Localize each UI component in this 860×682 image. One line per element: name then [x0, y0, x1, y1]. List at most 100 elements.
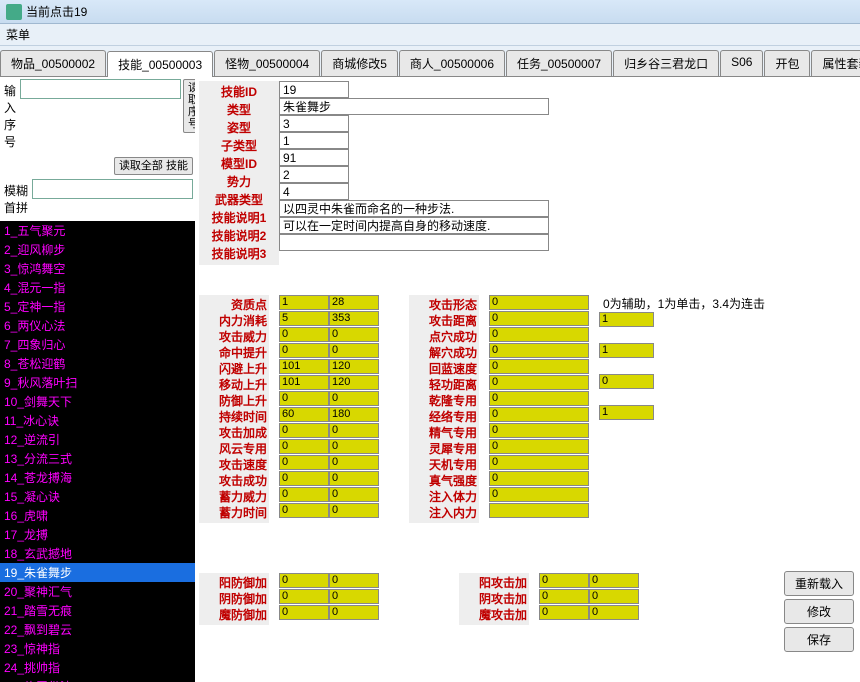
stat-field[interactable]: 0: [279, 471, 329, 486]
list-item[interactable]: 14_苍龙搏海: [0, 468, 195, 487]
stat-field[interactable]: 60: [279, 407, 329, 422]
stat-field[interactable]: 0: [279, 605, 329, 620]
list-item[interactable]: 21_踏雪无痕: [0, 601, 195, 620]
stat-field[interactable]: 120: [329, 375, 379, 390]
stat-field[interactable]: 0: [279, 589, 329, 604]
stat-field[interactable]: [489, 503, 589, 518]
field-desc3[interactable]: [279, 234, 549, 251]
stat-field[interactable]: 0: [279, 343, 329, 358]
list-item[interactable]: 10_剑舞天下: [0, 392, 195, 411]
stat-field[interactable]: 0: [279, 503, 329, 518]
field-model[interactable]: [279, 149, 349, 166]
field-type[interactable]: [279, 115, 349, 132]
list-item[interactable]: 23_惊神指: [0, 639, 195, 658]
stat-field[interactable]: 0: [539, 573, 589, 588]
field-subtype[interactable]: [279, 132, 349, 149]
stat-field[interactable]: 0: [539, 589, 589, 604]
filter-input[interactable]: [32, 179, 193, 199]
stat-field[interactable]: 120: [329, 359, 379, 374]
list-item[interactable]: 4_混元一指: [0, 278, 195, 297]
stat-field[interactable]: 0: [329, 487, 379, 502]
list-item[interactable]: 16_虎啸: [0, 506, 195, 525]
stat-field[interactable]: 1: [599, 405, 654, 420]
list-item[interactable]: 22_飘到碧云: [0, 620, 195, 639]
stat-field[interactable]: 0: [589, 605, 639, 620]
tab[interactable]: 物品_00500002: [0, 50, 106, 76]
stat-field[interactable]: 0: [279, 327, 329, 342]
stat-field[interactable]: 0: [329, 573, 379, 588]
stat-field[interactable]: 0: [329, 503, 379, 518]
field-name[interactable]: [279, 98, 549, 115]
stat-field[interactable]: 0: [489, 407, 589, 422]
tab[interactable]: 商城修改5: [321, 50, 398, 76]
field-id[interactable]: [279, 81, 349, 98]
list-item[interactable]: 9_秋风落叶扫: [0, 373, 195, 392]
stat-field[interactable]: 0: [489, 327, 589, 342]
stat-field[interactable]: 180: [329, 407, 379, 422]
field-weapon[interactable]: [279, 183, 349, 200]
tab[interactable]: 任务_00500007: [506, 50, 612, 76]
list-item[interactable]: 6_两仪心法: [0, 316, 195, 335]
tab[interactable]: 怪物_00500004: [214, 50, 320, 76]
menu-item[interactable]: 菜单: [6, 28, 30, 42]
tab[interactable]: 开包: [764, 50, 810, 76]
stat-field[interactable]: 0: [599, 374, 654, 389]
list-item[interactable]: 1_五气聚元: [0, 221, 195, 240]
stat-field[interactable]: 101: [279, 359, 329, 374]
tab[interactable]: 技能_00500003: [107, 51, 213, 77]
stat-field[interactable]: 0: [329, 423, 379, 438]
stat-field[interactable]: 0: [489, 423, 589, 438]
list-item[interactable]: 18_玄武撼地: [0, 544, 195, 563]
stat-field[interactable]: 0: [279, 391, 329, 406]
tab[interactable]: 商人_00500006: [399, 50, 505, 76]
stat-field[interactable]: 101: [279, 375, 329, 390]
list-item[interactable]: 11_冰心诀: [0, 411, 195, 430]
field-desc1[interactable]: [279, 200, 549, 217]
stat-field[interactable]: 5: [279, 311, 329, 326]
list-item[interactable]: 12_逆流引: [0, 430, 195, 449]
list-item[interactable]: 7_四象归心: [0, 335, 195, 354]
field-force[interactable]: [279, 166, 349, 183]
stat-field[interactable]: 0: [329, 343, 379, 358]
modify-button[interactable]: 修改: [784, 599, 854, 624]
stat-field[interactable]: 0: [329, 471, 379, 486]
stat-field[interactable]: 0: [539, 605, 589, 620]
tab[interactable]: 属性套装系列: [811, 50, 860, 76]
stat-field[interactable]: 1: [599, 312, 654, 327]
stat-field[interactable]: 0: [589, 589, 639, 604]
read-all-button[interactable]: 读取全部 技能: [114, 157, 193, 175]
list-item[interactable]: 20_聚神汇气: [0, 582, 195, 601]
stat-field[interactable]: 0: [589, 573, 639, 588]
stat-field[interactable]: 0: [279, 423, 329, 438]
stat-field[interactable]: 0: [489, 343, 589, 358]
skill-list[interactable]: 1_五气聚元2_迎风柳步3_惊鸿舞空4_混元一指5_定神一指6_两仪心法7_四象…: [0, 221, 195, 682]
list-item[interactable]: 24_挑帅指: [0, 658, 195, 677]
stat-field[interactable]: 0: [279, 455, 329, 470]
stat-field[interactable]: 1: [279, 295, 329, 310]
list-item[interactable]: 13_分流三式: [0, 449, 195, 468]
stat-field[interactable]: 0: [329, 439, 379, 454]
stat-field[interactable]: 353: [329, 311, 379, 326]
stat-field[interactable]: 0: [329, 589, 379, 604]
stat-field[interactable]: 0: [489, 311, 589, 326]
stat-field[interactable]: 0: [279, 573, 329, 588]
stat-field[interactable]: 0: [489, 359, 589, 374]
stat-field[interactable]: 0: [329, 391, 379, 406]
stat-field[interactable]: 0: [489, 455, 589, 470]
stat-field[interactable]: 0: [279, 439, 329, 454]
list-item[interactable]: 19_朱雀舞步: [0, 563, 195, 582]
stat-field[interactable]: 28: [329, 295, 379, 310]
save-button[interactable]: 保存: [784, 627, 854, 652]
stat-field[interactable]: 0: [279, 487, 329, 502]
list-item[interactable]: 17_龙搏: [0, 525, 195, 544]
list-item[interactable]: 15_凝心诀: [0, 487, 195, 506]
stat-field[interactable]: 0: [489, 439, 589, 454]
reload-button[interactable]: 重新载入: [784, 571, 854, 596]
stat-field[interactable]: 0: [329, 455, 379, 470]
tab[interactable]: 归乡谷三君龙口: [613, 50, 719, 76]
list-item[interactable]: 25_修罗借法: [0, 677, 195, 682]
list-item[interactable]: 2_迎风柳步: [0, 240, 195, 259]
stat-field[interactable]: 0: [489, 487, 589, 502]
stat-field[interactable]: 0: [489, 391, 589, 406]
list-item[interactable]: 3_惊鸿舞空: [0, 259, 195, 278]
